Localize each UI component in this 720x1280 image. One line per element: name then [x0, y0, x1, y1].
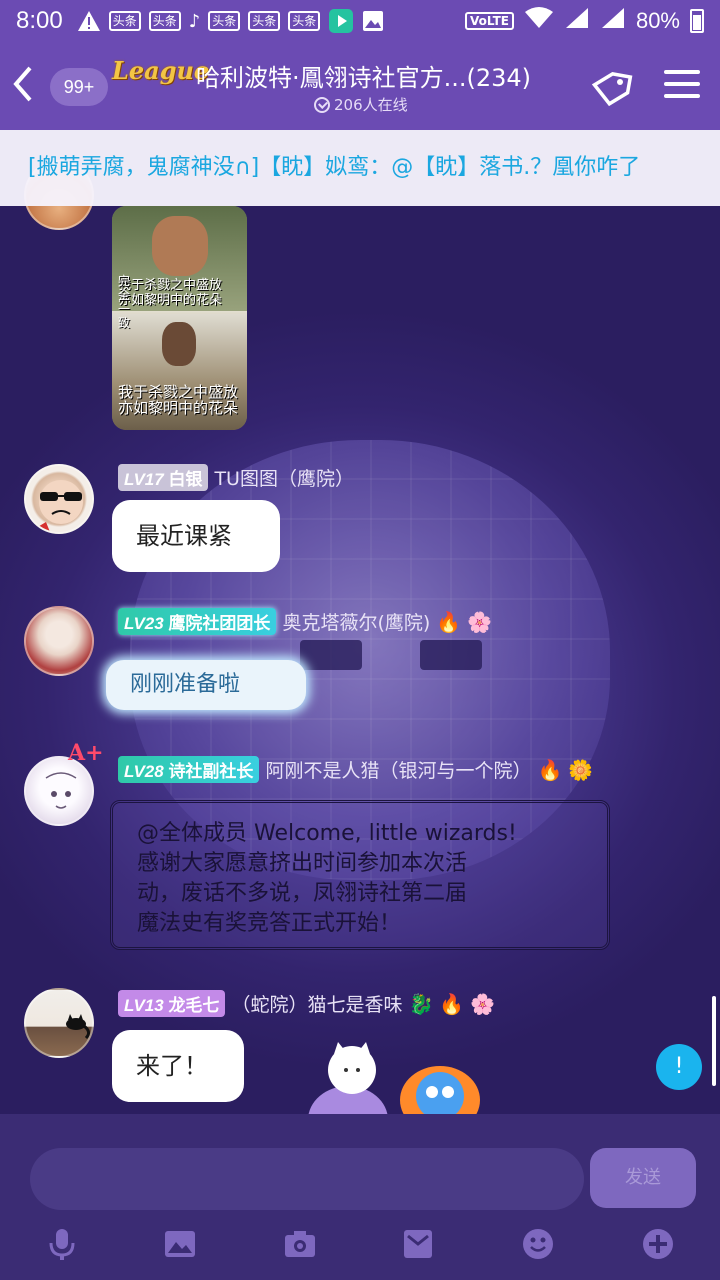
background-decoration	[300, 640, 362, 670]
gallery-icon	[362, 10, 384, 32]
message-line: @全体成员 Welcome, little wizards!	[137, 821, 517, 846]
chat-title[interactable]: 哈利波特·鳳翎诗社官方...(234)	[196, 58, 580, 93]
meme-caption-bottom: 我于杀戮之中盛放 亦如黎明中的花朵	[118, 383, 239, 417]
message-line: 魔法史有奖竞答正式开始！	[137, 911, 402, 936]
envelope-icon	[404, 1230, 432, 1258]
avatar[interactable]	[24, 464, 94, 534]
news-app-icon: 头条	[148, 11, 181, 31]
back-button[interactable]	[10, 64, 36, 111]
sender-name-row: LV28 诗社副社长 阿刚不是人猎（银河与一个院） 🔥 🌼	[118, 756, 593, 783]
level-badge: LV17 白银	[118, 464, 209, 491]
meme-figure	[162, 322, 196, 366]
fire-icon: 🔥	[439, 991, 465, 1016]
hamburger-line	[664, 70, 700, 74]
message-bubble[interactable]: 刚刚准备啦	[106, 660, 306, 710]
sender-name[interactable]: 奥克塔薇尔(鹰院)	[282, 608, 430, 635]
emoji-button[interactable]	[520, 1226, 556, 1262]
mic-icon	[49, 1229, 75, 1260]
send-button[interactable]: 发送	[590, 1148, 696, 1208]
mic-button[interactable]	[44, 1226, 80, 1262]
status-bar: 8:00 头条 头条 ♪ 头条 头条 头条 VoLTE 80%	[0, 0, 720, 42]
message-input[interactable]	[30, 1148, 584, 1210]
chat-header: 99+ League 哈利波特·鳳翎诗社官方...(234) 206人在线	[0, 42, 720, 130]
signal-icon	[600, 6, 626, 36]
announcement-banner[interactable]: [搬萌弄腐，鬼腐神没∩]【眈】姒鸾：@【眈】落书.？凰你咋了	[0, 130, 720, 206]
check-circle-icon	[314, 96, 330, 113]
level-badge: LV13 龙毛七	[118, 990, 226, 1017]
dragon-icon: 🐉	[408, 991, 434, 1016]
message-line: 感谢大家愿意挤出时间参加本次活	[137, 851, 468, 876]
hamburger-line	[664, 94, 700, 98]
scrollbar-thumb[interactable]	[712, 996, 716, 1086]
flower-icon: 🌼	[568, 757, 594, 782]
camera-button[interactable]	[282, 1226, 318, 1262]
fire-icon: 🔥	[537, 757, 563, 782]
message-bubble-decorated[interactable]: @全体成员 Welcome, little wizards! 感谢大家愿意挤出时…	[110, 800, 610, 950]
avatar[interactable]	[24, 988, 94, 1058]
sender-name-row: LV23 鹰院社团团长 奥克塔薇尔(鹰院) 🔥 🌸	[118, 608, 492, 635]
sender-name[interactable]: （蛇院）猫七是香味	[231, 990, 402, 1017]
menu-button[interactable]	[664, 70, 700, 100]
flower-icon: 🌸	[470, 991, 496, 1016]
news-app-icon: 头条	[248, 11, 281, 31]
message-line: 动，废话不多说，凤翎诗社第二届	[137, 881, 468, 906]
input-bar: 发送	[0, 1114, 720, 1280]
level-badge: LV23 鹰院社团团长	[118, 608, 277, 635]
battery-icon	[690, 9, 704, 33]
envelope-button[interactable]	[400, 1226, 436, 1262]
camera-icon	[285, 1231, 315, 1257]
background-decoration	[420, 640, 482, 670]
battery-percent: 80%	[635, 8, 680, 33]
sender-name-row: LV13 龙毛七 （蛇院）猫七是香味 🐉 🔥 🌸	[118, 990, 495, 1017]
status-time: 8:00	[16, 7, 63, 34]
news-app-icon: 头条	[108, 11, 141, 31]
meme-image[interactable]: 我于杀戮之中盛放 亦如黎明中的花朵 完 全 一 致 我于杀戮之中盛放 亦如黎明中…	[112, 206, 247, 430]
more-button[interactable]	[640, 1226, 676, 1262]
unread-count-badge[interactable]: 99+	[50, 68, 108, 106]
tag-button[interactable]	[590, 70, 634, 108]
online-count[interactable]: 206人在线	[314, 94, 408, 115]
avatar[interactable]	[24, 756, 94, 826]
video-app-icon	[328, 8, 354, 34]
image-button[interactable]	[162, 1226, 198, 1262]
meme-face	[152, 216, 208, 276]
image-icon	[165, 1231, 195, 1257]
sender-name[interactable]: TU图图（鹰院）	[214, 464, 354, 491]
message-bubble[interactable]: 最近课紧	[112, 500, 280, 572]
new-message-button[interactable]: !	[656, 1044, 702, 1090]
tiktok-icon: ♪	[188, 10, 201, 32]
wifi-icon	[524, 6, 554, 36]
news-app-icon: 头条	[208, 11, 241, 31]
level-badge: LV28 诗社副社长	[118, 756, 260, 783]
volte-indicator: VoLTE	[465, 12, 514, 30]
news-app-icon: 头条	[288, 11, 321, 31]
rank-badge: A+	[68, 740, 104, 766]
flower-icon: 🌸	[467, 609, 493, 634]
signal-icon	[564, 6, 590, 36]
plus-icon	[643, 1229, 673, 1259]
tag-icon	[591, 72, 633, 107]
warning-icon	[77, 10, 101, 32]
meme-caption-top: 我于杀戮之中盛放 亦如黎明中的花朵	[118, 278, 223, 308]
sender-name-row: LV17 白银 TU图图（鹰院）	[118, 464, 354, 491]
avatar[interactable]	[24, 606, 94, 676]
chevron-left-icon	[13, 66, 32, 102]
league-logo: League	[112, 56, 210, 85]
meme-side-text: 完 全 一 致	[118, 274, 131, 330]
message-bubble[interactable]: 来了！	[112, 1030, 244, 1102]
fire-icon: 🔥	[436, 609, 462, 634]
smile-icon	[523, 1229, 553, 1259]
hamburger-line	[664, 82, 700, 86]
online-count-label: 206人在线	[334, 96, 408, 114]
sender-name[interactable]: 阿刚不是人猎（银河与一个院）	[265, 756, 531, 783]
